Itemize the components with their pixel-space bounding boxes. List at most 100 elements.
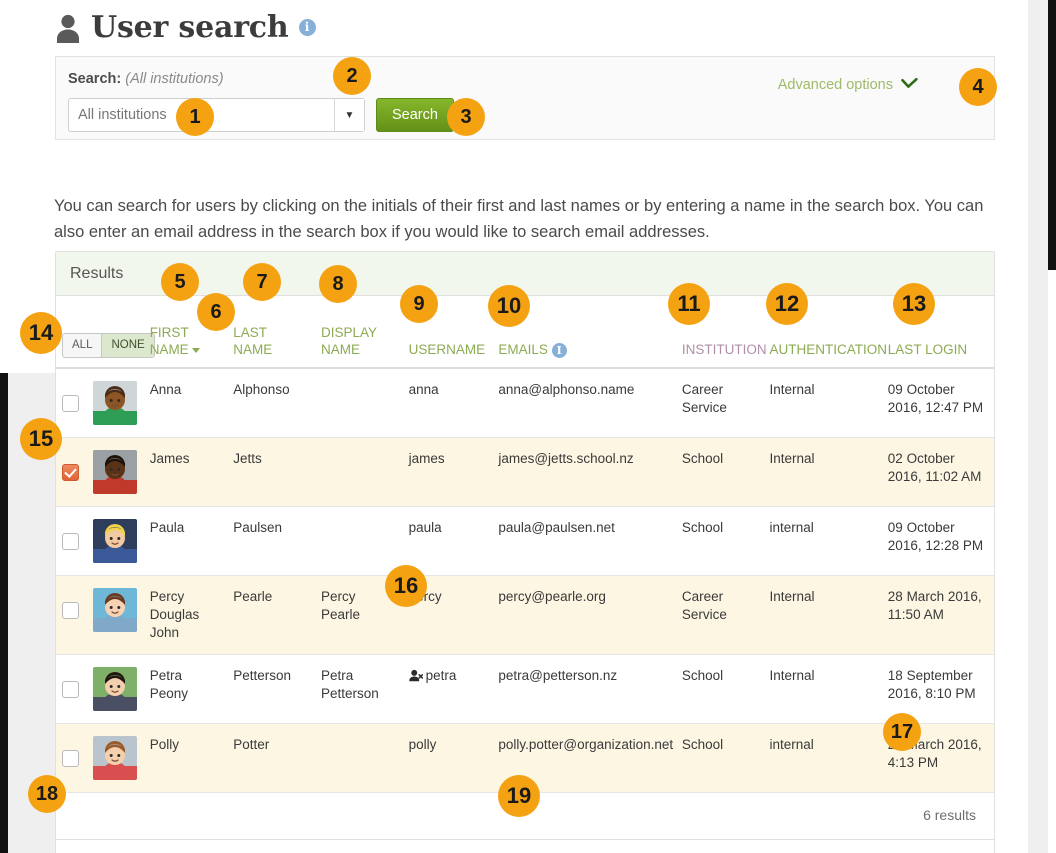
row-checkbox[interactable] [62, 464, 79, 481]
cell-first-name[interactable]: Petra Peony [143, 654, 228, 724]
page-right-gutter [1028, 0, 1048, 853]
row-avatar-cell [86, 723, 144, 793]
row-checkbox[interactable] [62, 395, 79, 412]
row-avatar-cell [86, 575, 144, 655]
row-checkbox[interactable] [62, 602, 79, 619]
cell-username[interactable]: james [402, 437, 493, 507]
callout-badge-14: 14 [20, 312, 62, 354]
select-all-button[interactable]: ALL [63, 334, 101, 358]
cell-institution: School [675, 723, 764, 793]
cell-authentication: Internal [763, 368, 882, 438]
row-avatar-cell [86, 437, 144, 507]
sort-desc-caret-icon[interactable] [191, 347, 200, 353]
callout-badge-18: 18 [28, 775, 66, 813]
cell-authentication: internal [763, 723, 882, 793]
cell-email: petra@petterson.nz [492, 654, 676, 724]
row-avatar-cell [86, 654, 144, 724]
cell-last-login: 09 October 2016, 12:47 PM [881, 368, 994, 438]
callout-badge-15: 15 [20, 418, 62, 460]
table-row[interactable]: Paula Paulsen paula paula@paulsen.net School… [56, 506, 994, 576]
cell-display-name [314, 723, 403, 793]
row-checkbox[interactable] [62, 681, 79, 698]
select-all-none-header: ALL NONE [56, 296, 155, 369]
cell-username[interactable]: anna [402, 368, 493, 438]
cell-last-name[interactable]: Jetts [227, 437, 315, 507]
avatar[interactable] [92, 519, 138, 563]
table-row[interactable]: James Jetts james james@jetts.school.nz Scho… [56, 437, 994, 507]
search-button[interactable]: Search [376, 98, 454, 132]
search-label-scope: (All institutions) [125, 71, 224, 87]
cell-username[interactable]: petra [402, 654, 493, 724]
cell-last-name[interactable]: Paulsen [227, 506, 315, 576]
callout-badge-9: 9 [400, 285, 438, 323]
callout-badge-5: 5 [161, 263, 199, 301]
advanced-options-label: Advanced options [777, 76, 893, 93]
callout-badge-8: 8 [319, 265, 357, 303]
callout-badge-11: 11 [668, 283, 710, 325]
masquerade-user-icon[interactable] [408, 669, 423, 687]
chevron-down-icon [901, 76, 918, 93]
left-scrollbar-strip[interactable] [0, 373, 8, 853]
cell-username[interactable]: paula [402, 506, 493, 576]
cell-first-name[interactable]: Percy Douglas John [143, 575, 228, 655]
page-title-info-icon[interactable]: i [298, 19, 316, 36]
select-all-none-toggle[interactable]: ALL NONE [62, 332, 155, 358]
callout-badge-19: 19 [498, 775, 540, 817]
column-label-first-name: FIRST NAME [149, 325, 189, 357]
callout-badge-6: 6 [197, 293, 235, 331]
search-row: All institutions ▼ Search [68, 98, 454, 132]
cell-last-name[interactable]: Pearle [227, 575, 315, 655]
cell-first-name[interactable]: Anna [143, 368, 228, 438]
search-label-text: Search: [68, 71, 122, 87]
cell-email: paula@paulsen.net [492, 506, 676, 576]
results-actions: Edit selected users Get reports for sele… [56, 840, 994, 853]
cell-email: percy@pearle.org [492, 575, 676, 655]
cell-first-name[interactable]: Paula [143, 506, 228, 576]
search-label: Search: (All institutions) [68, 71, 224, 87]
table-row[interactable]: Anna Alphonso anna anna@alphonso.name Career… [56, 368, 994, 438]
table-row[interactable]: Percy Douglas John Pearle Percy Pearle perc… [56, 575, 994, 655]
cell-last-login: 28 March 2016, 11:50 AM [881, 575, 994, 655]
institution-select[interactable]: All institutions ▼ [68, 98, 365, 132]
row-select-cell [56, 506, 87, 576]
right-scrollbar-strip[interactable] [1048, 0, 1056, 270]
cell-last-name[interactable]: Potter [227, 723, 315, 793]
cell-last-name[interactable]: Alphonso [227, 368, 315, 438]
chevron-down-icon[interactable]: ▼ [334, 99, 364, 131]
row-select-cell [56, 368, 87, 438]
column-header-display-name[interactable]: DISPLAY NAME [314, 296, 403, 369]
avatar[interactable] [92, 381, 138, 425]
advanced-options-toggle[interactable]: Advanced options [778, 76, 918, 93]
row-select-cell [56, 575, 87, 655]
callout-badge-17: 17 [883, 713, 921, 751]
cell-first-name[interactable]: James [143, 437, 228, 507]
select-none-button[interactable]: NONE [101, 333, 154, 357]
callout-badge-1: 1 [176, 98, 214, 136]
row-checkbox[interactable] [62, 750, 79, 767]
intro-text: You can search for users by clicking on … [54, 196, 984, 241]
cell-last-name[interactable]: Petterson [227, 654, 315, 724]
avatar[interactable] [92, 667, 138, 711]
row-select-cell [56, 654, 87, 724]
column-header-last-name[interactable]: LAST NAME [227, 296, 315, 369]
cell-last-login: 09 October 2016, 12:28 PM [881, 506, 994, 576]
row-avatar-cell [86, 506, 144, 576]
emails-info-icon[interactable]: i [551, 342, 567, 358]
cell-display-name: Petra Petterson [314, 654, 403, 724]
cell-institution: School [675, 437, 764, 507]
column-label-emails: EMAILS [498, 342, 548, 357]
page-title: User search [91, 10, 289, 45]
row-checkbox[interactable] [62, 533, 79, 550]
avatar[interactable] [92, 736, 138, 780]
cell-username[interactable]: polly [402, 723, 493, 793]
callout-badge-13: 13 [893, 283, 935, 325]
cell-institution: Career Service [675, 575, 764, 655]
table-row[interactable]: Petra Peony Petterson Petra Petterson petra… [56, 654, 994, 724]
callout-badge-3: 3 [447, 98, 485, 136]
avatar[interactable] [92, 588, 138, 632]
row-select-cell [56, 437, 87, 507]
avatar[interactable] [92, 450, 138, 494]
cell-institution: School [675, 654, 764, 724]
user-results-table: ALL NONE FIRST NAME LAST NAME DISPLAY NA… [56, 296, 994, 793]
cell-first-name[interactable]: Polly [143, 723, 228, 793]
